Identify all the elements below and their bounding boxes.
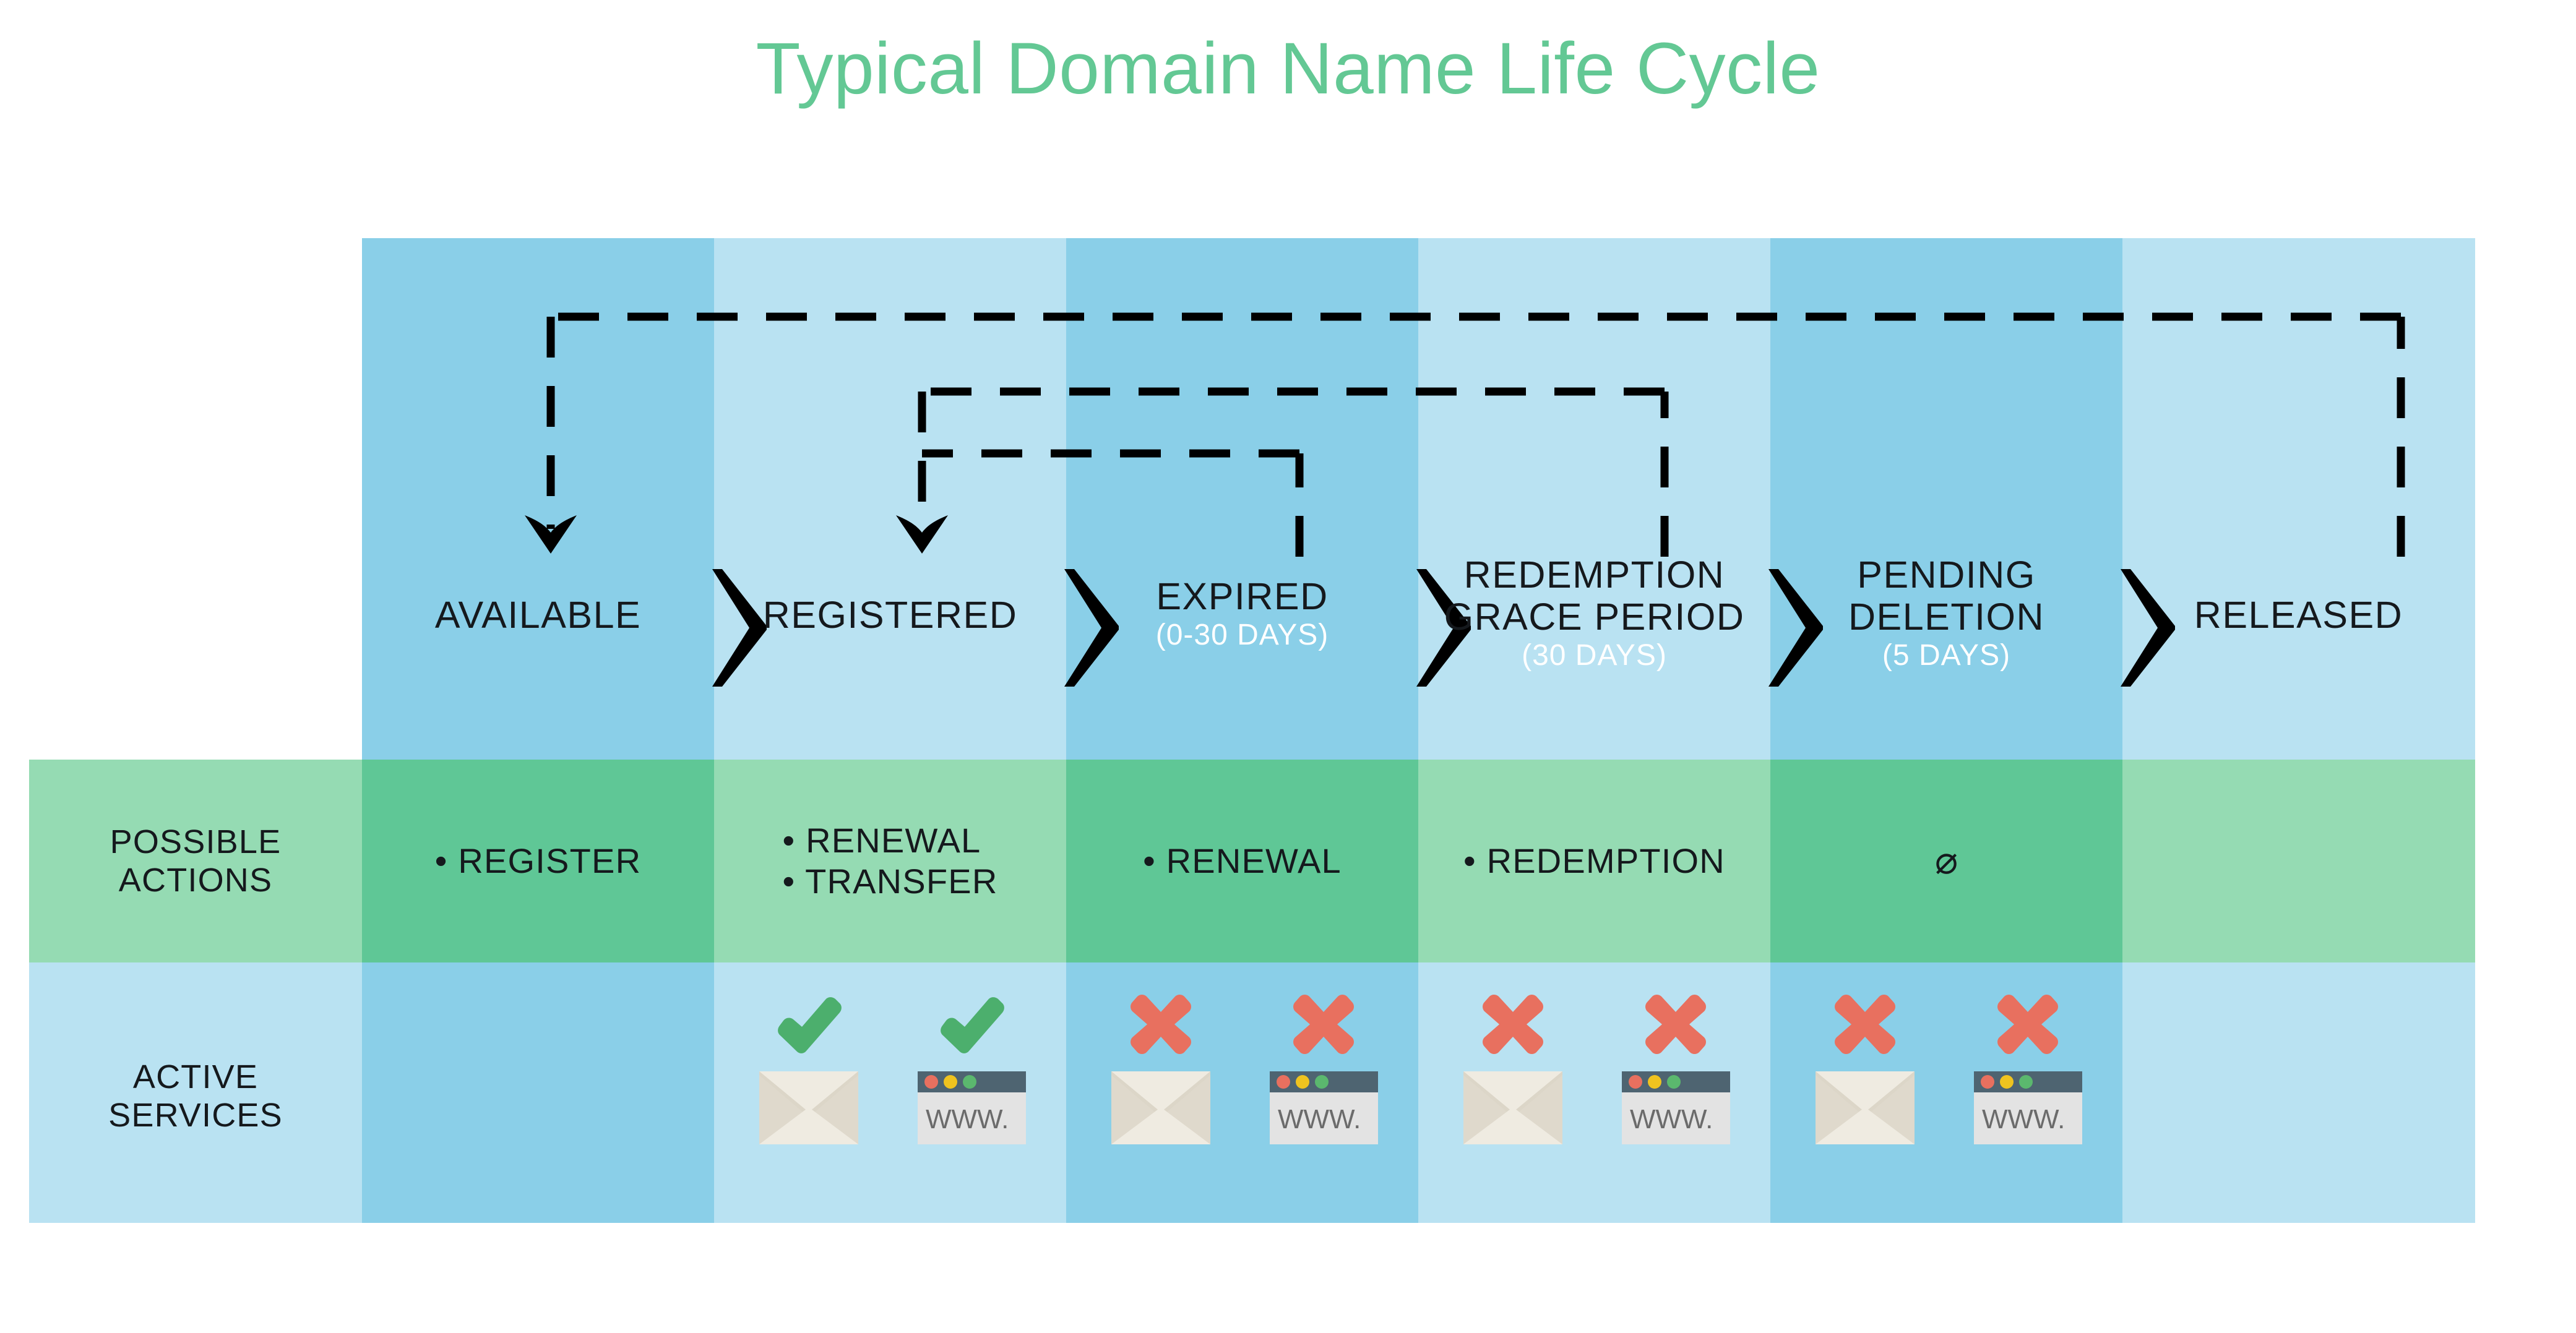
- services-cell-released: [2122, 962, 2475, 1223]
- actions-cell-expired: • RENEWAL: [1066, 760, 1418, 962]
- service-website: WWW.: [1965, 987, 2091, 1144]
- service-email: [1098, 987, 1225, 1144]
- row-label-line2: ACTIONS: [118, 862, 273, 899]
- browser-window-icon: WWW.: [1973, 1071, 2082, 1144]
- service-website: WWW.: [1613, 987, 1739, 1144]
- services-cell-redemption-grace-period: WWW.: [1418, 987, 1770, 1144]
- check-icon: [935, 987, 1008, 1061]
- chevron-right-icon: [712, 569, 767, 687]
- cross-icon: [1127, 987, 1194, 1061]
- no-actions-icon: ⌀: [1934, 839, 1958, 882]
- actions-list: • REDEMPTION: [1463, 841, 1725, 881]
- row-label-line1: POSSIBLE: [110, 823, 282, 860]
- browser-window-icon: WWW.: [1621, 1071, 1730, 1144]
- row-label-possible-actions: POSSIBLE ACTIONS: [29, 823, 362, 899]
- cross-icon: [1290, 987, 1357, 1061]
- row-label-line2: SERVICES: [108, 1097, 283, 1134]
- chevron-right-icon: [1416, 569, 1471, 687]
- www-label: WWW.: [1278, 1104, 1361, 1134]
- action-item: • RENEWAL: [1143, 841, 1342, 880]
- browser-window-icon: WWW.: [1269, 1071, 1378, 1144]
- cross-icon: [1642, 987, 1709, 1061]
- envelope-icon: [1463, 1071, 1562, 1144]
- action-item: • TRANSFER: [782, 862, 998, 901]
- row-label-active-services: ACTIVE SERVICES: [29, 1058, 362, 1134]
- cross-icon: [1994, 987, 2061, 1061]
- action-item: • REGISTER: [434, 841, 642, 880]
- www-label: WWW.: [926, 1104, 1009, 1134]
- service-email: [1802, 987, 1929, 1144]
- action-item: • RENEWAL: [782, 821, 981, 860]
- service-email: [1450, 987, 1577, 1144]
- actions-list: • RENEWAL • TRANSFER: [783, 820, 998, 902]
- action-item: • REDEMPTION: [1463, 841, 1725, 880]
- services-cell-registered: WWW.: [714, 987, 1066, 1144]
- actions-list: • REGISTER: [435, 841, 641, 881]
- actions-cell-registered: • RENEWAL • TRANSFER: [714, 760, 1066, 962]
- envelope-icon: [759, 1071, 858, 1144]
- chevron-right-icon: [1768, 569, 1823, 687]
- chevron-right-icon: [2121, 569, 2175, 687]
- browser-window-icon: WWW.: [917, 1071, 1026, 1144]
- actions-cell-pending-deletion: ⌀: [1770, 760, 2122, 962]
- actions-cell-available: • REGISTER: [362, 760, 714, 962]
- services-cell-pending-deletion: WWW.: [1770, 987, 2122, 1144]
- www-label: WWW.: [1630, 1104, 1713, 1134]
- service-website: WWW.: [1260, 987, 1387, 1144]
- service-website: WWW.: [908, 987, 1035, 1144]
- chevron-right-icon: [1064, 569, 1119, 687]
- cross-icon: [1832, 987, 1898, 1061]
- envelope-icon: [1111, 1071, 1210, 1144]
- www-label: WWW.: [1982, 1104, 2065, 1134]
- service-email: [746, 987, 872, 1144]
- cross-icon: [1480, 987, 1546, 1061]
- actions-cell-released: [2122, 760, 2475, 962]
- actions-list: • RENEWAL: [1143, 841, 1342, 881]
- row-label-line1: ACTIVE: [132, 1058, 259, 1095]
- envelope-icon: [1816, 1071, 1915, 1144]
- services-cell-available: [362, 962, 714, 1223]
- actions-cell-redemption-grace-period: • REDEMPTION: [1418, 760, 1770, 962]
- services-cell-expired: WWW.: [1066, 987, 1418, 1144]
- check-icon: [772, 987, 845, 1061]
